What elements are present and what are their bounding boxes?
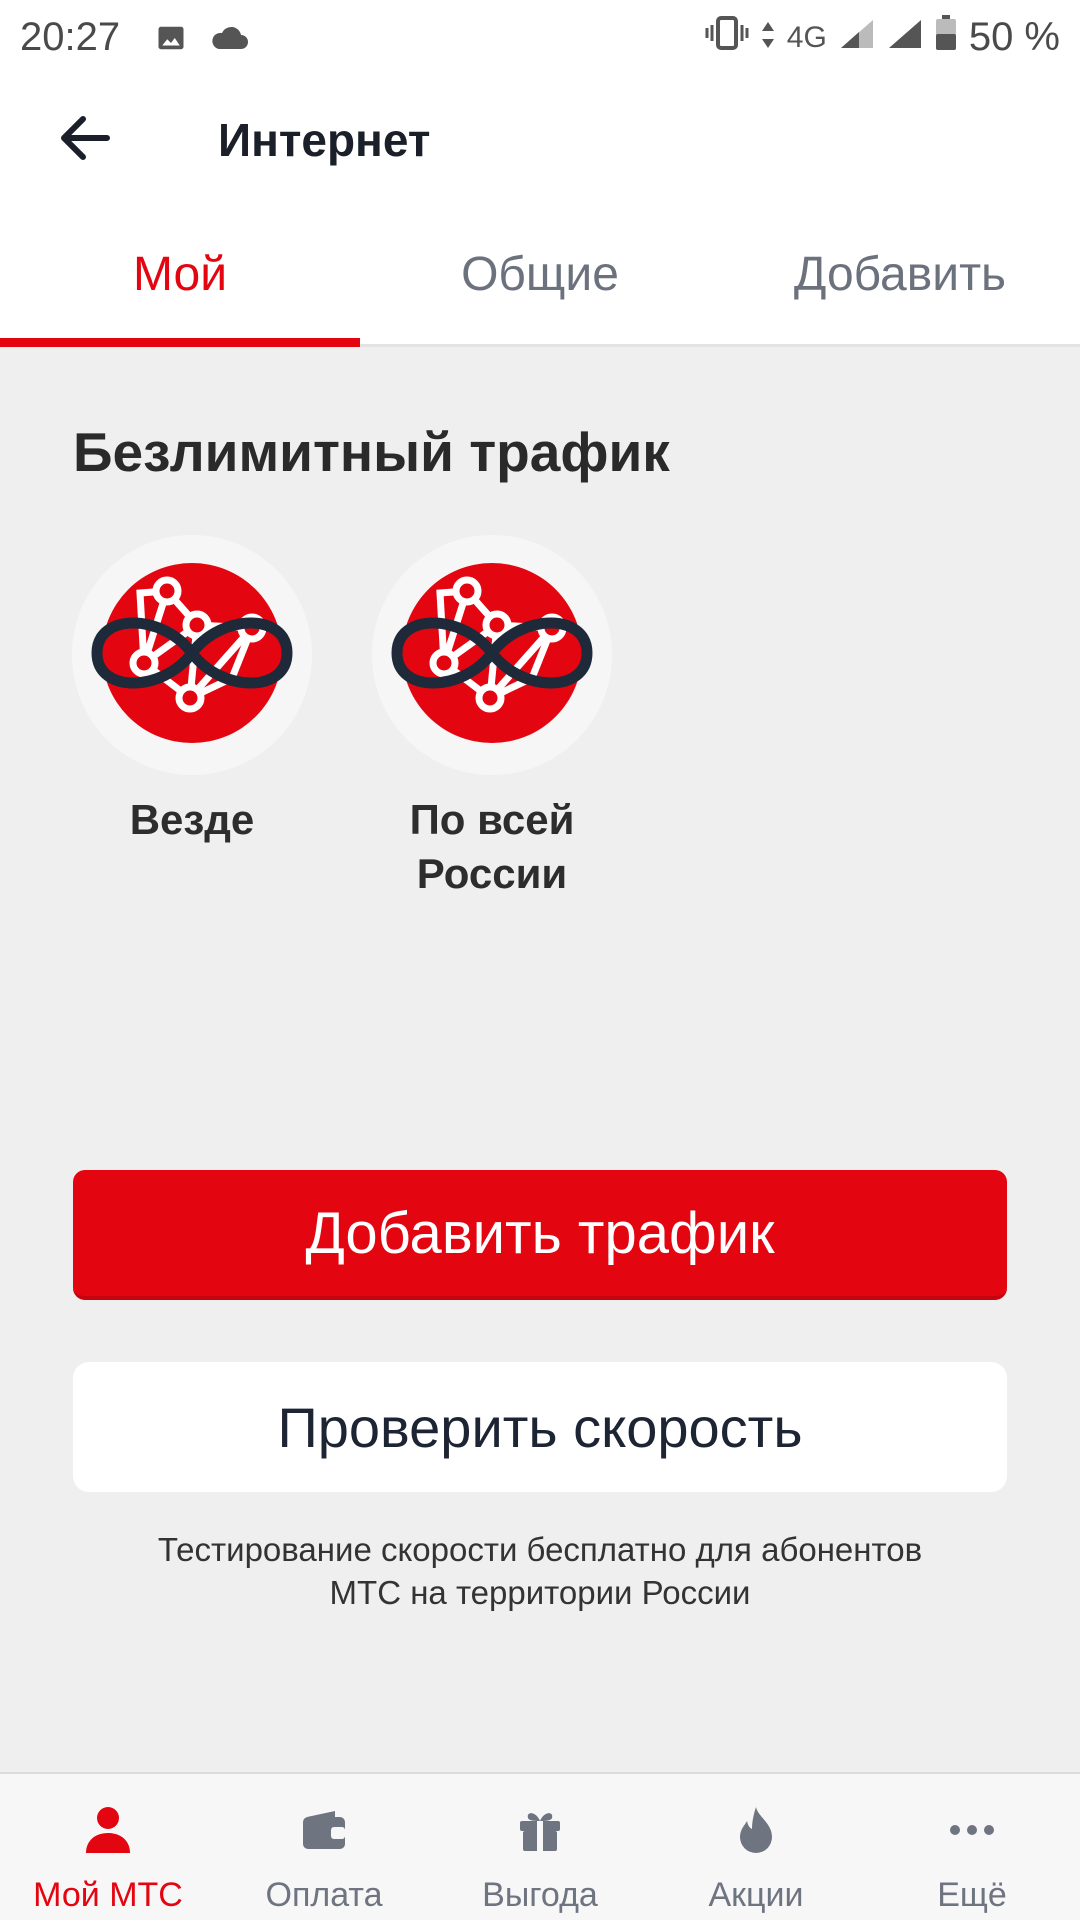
more-icon — [949, 1798, 995, 1862]
wallet-icon — [301, 1798, 347, 1862]
vibrate-icon — [705, 15, 749, 61]
gift-icon — [517, 1798, 563, 1862]
signal-icon — [839, 15, 875, 60]
arrow-left-icon — [57, 114, 111, 167]
option-label: Везде — [129, 796, 255, 843]
nav-item-payment[interactable]: Оплата — [216, 1774, 432, 1920]
user-icon — [84, 1798, 132, 1862]
globe-infinity-icon — [72, 533, 312, 778]
nav-label: Акции — [708, 1876, 804, 1914]
nav-label: Выгода — [482, 1876, 598, 1914]
option-label: По всей России — [409, 796, 575, 897]
nav-label: Ещё — [937, 1876, 1007, 1914]
tab-add[interactable]: Добавить — [720, 205, 1080, 344]
image-icon — [156, 23, 186, 53]
signal-icon — [887, 15, 923, 60]
battery-percent: 50 % — [968, 15, 1060, 59]
data-arrows-icon — [761, 15, 775, 60]
page-title: Интернет — [218, 114, 431, 166]
flame-icon — [736, 1798, 776, 1862]
option-all-russia[interactable]: По всей России — [342, 535, 642, 901]
option-icon-circle — [372, 535, 612, 775]
nav-item-my-mts[interactable]: Мой МТС — [0, 1774, 216, 1920]
back-button[interactable] — [24, 80, 144, 200]
status-bar: 20:27 4G 50 % — [0, 0, 1080, 75]
bottom-nav: Мой МТС Оплата Выгода Акции Ещё — [0, 1772, 1080, 1920]
add-traffic-button[interactable]: Добавить трафик — [73, 1170, 1007, 1300]
battery-icon — [935, 14, 957, 61]
check-speed-button[interactable]: Проверить скорость — [73, 1362, 1007, 1492]
nav-item-promos[interactable]: Акции — [648, 1774, 864, 1920]
globe-infinity-icon — [372, 533, 612, 778]
tab-shared[interactable]: Общие — [360, 205, 720, 344]
tab-my[interactable]: Мой — [0, 205, 360, 347]
speed-test-note: Тестирование скорости бесплатно для абон… — [157, 1531, 923, 1611]
nav-item-benefit[interactable]: Выгода — [432, 1774, 648, 1920]
cloud-icon — [210, 25, 249, 51]
network-type: 4G — [786, 20, 827, 54]
nav-label: Мой МТС — [33, 1876, 183, 1914]
option-everywhere[interactable]: Везде — [42, 535, 342, 847]
section-title: Безлимитный трафик — [73, 421, 670, 483]
app-bar: Интернет — [0, 75, 1080, 205]
option-icon-circle — [72, 535, 312, 775]
nav-label: Оплата — [265, 1876, 383, 1914]
tab-bar: Мой Общие Добавить — [0, 205, 1080, 347]
nav-item-more[interactable]: Ещё — [864, 1774, 1080, 1920]
status-time: 20:27 — [20, 15, 121, 59]
